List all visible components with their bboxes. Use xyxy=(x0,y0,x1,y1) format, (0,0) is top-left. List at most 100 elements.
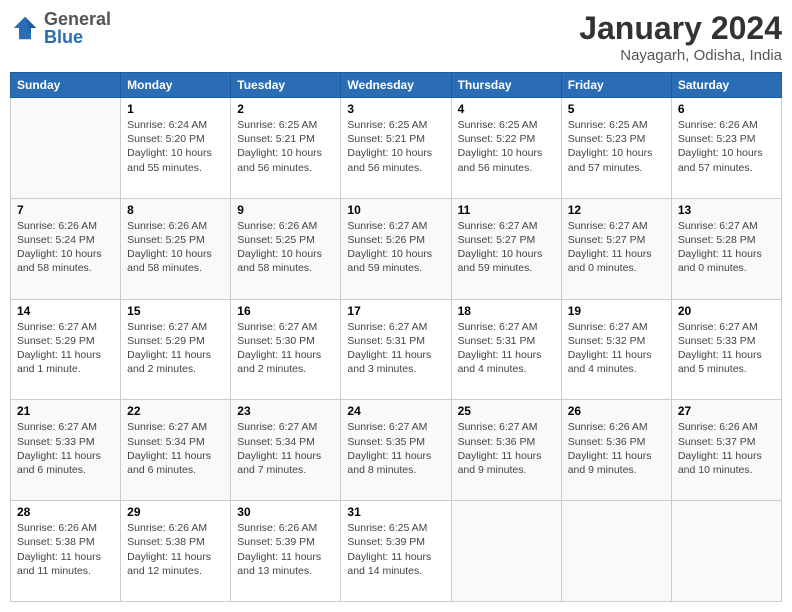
day-number: 6 xyxy=(678,102,775,116)
calendar-cell: 17 Sunrise: 6:27 AM Sunset: 5:31 PM Dayli… xyxy=(341,299,451,400)
weekday-header: Monday xyxy=(121,73,231,98)
logo-text: General Blue xyxy=(44,10,111,46)
calendar-cell: 24 Sunrise: 6:27 AM Sunset: 5:35 PM Dayli… xyxy=(341,400,451,501)
day-number: 2 xyxy=(237,102,334,116)
day-number: 23 xyxy=(237,404,334,418)
weekday-header: Wednesday xyxy=(341,73,451,98)
day-number: 15 xyxy=(127,304,224,318)
day-number: 31 xyxy=(347,505,444,519)
day-info: Sunrise: 6:27 AM Sunset: 5:29 PM Dayligh… xyxy=(17,320,114,377)
calendar-cell: 6 Sunrise: 6:26 AM Sunset: 5:23 PM Daylig… xyxy=(671,98,781,199)
day-info: Sunrise: 6:25 AM Sunset: 5:39 PM Dayligh… xyxy=(347,521,444,578)
day-info: Sunrise: 6:27 AM Sunset: 5:31 PM Dayligh… xyxy=(458,320,555,377)
calendar-cell: 10 Sunrise: 6:27 AM Sunset: 5:26 PM Dayli… xyxy=(341,198,451,299)
day-info: Sunrise: 6:26 AM Sunset: 5:25 PM Dayligh… xyxy=(237,219,334,276)
day-info: Sunrise: 6:27 AM Sunset: 5:30 PM Dayligh… xyxy=(237,320,334,377)
day-info: Sunrise: 6:27 AM Sunset: 5:34 PM Dayligh… xyxy=(127,420,224,477)
calendar-cell: 1 Sunrise: 6:24 AM Sunset: 5:20 PM Daylig… xyxy=(121,98,231,199)
day-number: 4 xyxy=(458,102,555,116)
calendar-cell: 23 Sunrise: 6:27 AM Sunset: 5:34 PM Dayli… xyxy=(231,400,341,501)
calendar-cell: 20 Sunrise: 6:27 AM Sunset: 5:33 PM Dayli… xyxy=(671,299,781,400)
day-info: Sunrise: 6:27 AM Sunset: 5:33 PM Dayligh… xyxy=(17,420,114,477)
calendar-cell: 15Sunrise: 6:27 AM Sunset: 5:29 PM Dayli… xyxy=(121,299,231,400)
day-info: Sunrise: 6:27 AM Sunset: 5:33 PM Dayligh… xyxy=(678,320,775,377)
calendar-cell xyxy=(671,501,781,602)
day-number: 25 xyxy=(458,404,555,418)
day-info: Sunrise: 6:25 AM Sunset: 5:22 PM Dayligh… xyxy=(458,118,555,175)
day-number: 18 xyxy=(458,304,555,318)
day-number: 12 xyxy=(568,203,665,217)
day-number: 3 xyxy=(347,102,444,116)
day-info: Sunrise: 6:25 AM Sunset: 5:21 PM Dayligh… xyxy=(347,118,444,175)
day-number: 16 xyxy=(237,304,334,318)
calendar-cell: 31 Sunrise: 6:25 AM Sunset: 5:39 PM Dayli… xyxy=(341,501,451,602)
calendar-cell: 22 Sunrise: 6:27 AM Sunset: 5:34 PM Dayli… xyxy=(121,400,231,501)
calendar-cell: 2 Sunrise: 6:25 AM Sunset: 5:21 PM Daylig… xyxy=(231,98,341,199)
day-number: 1 xyxy=(127,102,224,116)
day-number: 29 xyxy=(127,505,224,519)
weekday-header: Sunday xyxy=(11,73,121,98)
day-number: 5 xyxy=(568,102,665,116)
month-title: January 2024 xyxy=(579,10,782,47)
calendar-table: SundayMondayTuesdayWednesdayThursdayFrid… xyxy=(10,72,782,602)
day-number: 7 xyxy=(17,203,114,217)
day-info: Sunrise: 6:27 AM Sunset: 5:27 PM Dayligh… xyxy=(458,219,555,276)
day-info: Sunrise: 6:26 AM Sunset: 5:39 PM Dayligh… xyxy=(237,521,334,578)
day-info: Sunrise: 6:25 AM Sunset: 5:21 PM Dayligh… xyxy=(237,118,334,175)
day-info: Sunrise: 6:27 AM Sunset: 5:26 PM Dayligh… xyxy=(347,219,444,276)
weekday-header: Saturday xyxy=(671,73,781,98)
day-number: 13 xyxy=(678,203,775,217)
day-info: Sunrise: 6:24 AM Sunset: 5:20 PM Dayligh… xyxy=(127,118,224,175)
calendar-cell: 5 Sunrise: 6:25 AM Sunset: 5:23 PM Daylig… xyxy=(561,98,671,199)
calendar-cell xyxy=(561,501,671,602)
calendar-cell: 8Sunrise: 6:26 AM Sunset: 5:25 PM Daylig… xyxy=(121,198,231,299)
calendar-cell: 28 Sunrise: 6:26 AM Sunset: 5:38 PM Dayli… xyxy=(11,501,121,602)
calendar-cell: 14 Sunrise: 6:27 AM Sunset: 5:29 PM Dayli… xyxy=(11,299,121,400)
day-info: Sunrise: 6:26 AM Sunset: 5:37 PM Dayligh… xyxy=(678,420,775,477)
day-number: 11 xyxy=(458,203,555,217)
calendar-cell: 3 Sunrise: 6:25 AM Sunset: 5:21 PM Daylig… xyxy=(341,98,451,199)
calendar-cell: 30 Sunrise: 6:26 AM Sunset: 5:39 PM Dayli… xyxy=(231,501,341,602)
calendar-cell: 25 Sunrise: 6:27 AM Sunset: 5:36 PM Dayli… xyxy=(451,400,561,501)
day-number: 22 xyxy=(127,404,224,418)
calendar-cell: 4 Sunrise: 6:25 AM Sunset: 5:22 PM Daylig… xyxy=(451,98,561,199)
day-info: Sunrise: 6:26 AM Sunset: 5:23 PM Dayligh… xyxy=(678,118,775,175)
calendar-cell: 7Sunrise: 6:26 AM Sunset: 5:24 PM Daylig… xyxy=(11,198,121,299)
day-info: Sunrise: 6:26 AM Sunset: 5:36 PM Dayligh… xyxy=(568,420,665,477)
calendar-cell: 13 Sunrise: 6:27 AM Sunset: 5:28 PM Dayli… xyxy=(671,198,781,299)
day-number: 19 xyxy=(568,304,665,318)
calendar-cell xyxy=(11,98,121,199)
calendar-cell: 12 Sunrise: 6:27 AM Sunset: 5:27 PM Dayli… xyxy=(561,198,671,299)
calendar-cell: 16 Sunrise: 6:27 AM Sunset: 5:30 PM Dayli… xyxy=(231,299,341,400)
day-number: 10 xyxy=(347,203,444,217)
weekday-header: Friday xyxy=(561,73,671,98)
day-info: Sunrise: 6:27 AM Sunset: 5:32 PM Dayligh… xyxy=(568,320,665,377)
day-number: 17 xyxy=(347,304,444,318)
day-info: Sunrise: 6:27 AM Sunset: 5:36 PM Dayligh… xyxy=(458,420,555,477)
day-number: 28 xyxy=(17,505,114,519)
day-info: Sunrise: 6:27 AM Sunset: 5:34 PM Dayligh… xyxy=(237,420,334,477)
day-number: 24 xyxy=(347,404,444,418)
day-info: Sunrise: 6:25 AM Sunset: 5:23 PM Dayligh… xyxy=(568,118,665,175)
day-info: Sunrise: 6:27 AM Sunset: 5:35 PM Dayligh… xyxy=(347,420,444,477)
day-number: 21 xyxy=(17,404,114,418)
day-number: 9 xyxy=(237,203,334,217)
day-info: Sunrise: 6:27 AM Sunset: 5:31 PM Dayligh… xyxy=(347,320,444,377)
day-number: 20 xyxy=(678,304,775,318)
weekday-header: Tuesday xyxy=(231,73,341,98)
day-number: 26 xyxy=(568,404,665,418)
day-info: Sunrise: 6:26 AM Sunset: 5:38 PM Dayligh… xyxy=(17,521,114,578)
calendar-cell: 27Sunrise: 6:26 AM Sunset: 5:37 PM Dayli… xyxy=(671,400,781,501)
calendar-cell: 9 Sunrise: 6:26 AM Sunset: 5:25 PM Daylig… xyxy=(231,198,341,299)
calendar-cell: 19 Sunrise: 6:27 AM Sunset: 5:32 PM Dayli… xyxy=(561,299,671,400)
day-info: Sunrise: 6:27 AM Sunset: 5:28 PM Dayligh… xyxy=(678,219,775,276)
logo-icon xyxy=(10,13,40,43)
calendar-cell: 21 Sunrise: 6:27 AM Sunset: 5:33 PM Dayli… xyxy=(11,400,121,501)
day-number: 14 xyxy=(17,304,114,318)
title-section: January 2024 Nayagarh, Odisha, India xyxy=(579,10,782,64)
calendar-cell: 29Sunrise: 6:26 AM Sunset: 5:38 PM Dayli… xyxy=(121,501,231,602)
day-number: 30 xyxy=(237,505,334,519)
calendar-cell: 26 Sunrise: 6:26 AM Sunset: 5:36 PM Dayli… xyxy=(561,400,671,501)
day-info: Sunrise: 6:27 AM Sunset: 5:27 PM Dayligh… xyxy=(568,219,665,276)
calendar-cell: 11 Sunrise: 6:27 AM Sunset: 5:27 PM Dayli… xyxy=(451,198,561,299)
